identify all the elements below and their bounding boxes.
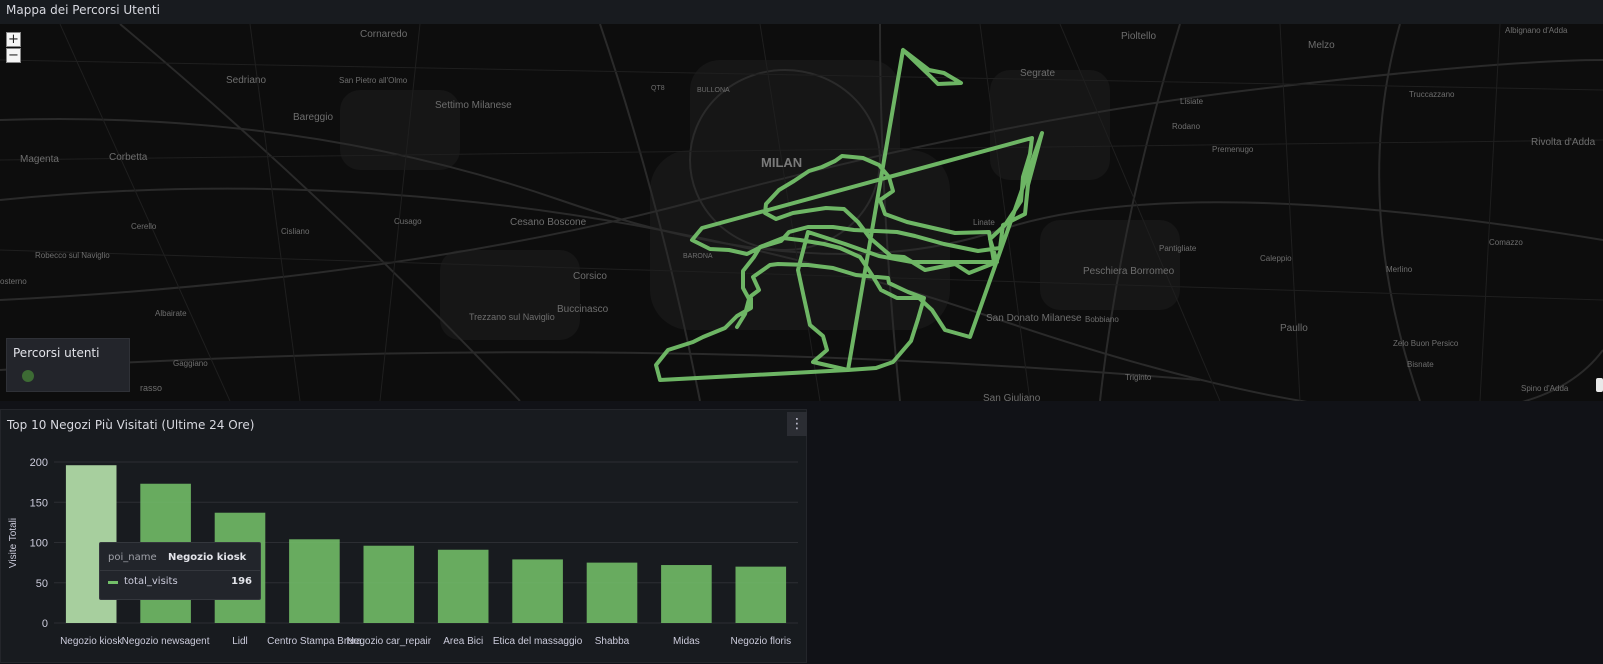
- place-label: QT8: [651, 85, 665, 92]
- tooltip-divider: [100, 570, 260, 571]
- tooltip-key-value: Negozio kiosk: [168, 552, 247, 563]
- place-label: Magenta: [20, 154, 59, 165]
- y-tick-label: 0: [42, 618, 48, 630]
- place-label: Trezzano sul Naviglio: [469, 312, 555, 322]
- place-label: Bareggio: [293, 112, 333, 123]
- chart-panel-title: Top 10 Negozi Più Visitati (Ultime 24 Or…: [7, 418, 255, 432]
- place-label: Lisiate: [1180, 97, 1204, 106]
- place-label: Cerello: [131, 222, 157, 231]
- place-label: Bisnate: [1407, 360, 1434, 369]
- place-label: Pantigliate: [1159, 244, 1197, 253]
- place-label: Gaggiano: [173, 359, 208, 368]
- place-label: Linate: [973, 218, 995, 227]
- place-label: Merlino: [1386, 265, 1413, 274]
- zoom-out-button[interactable]: −: [6, 48, 21, 63]
- place-label: rasso: [140, 383, 162, 393]
- x-tick-label: Lidl: [232, 636, 248, 647]
- x-tick-label: Area Bici: [443, 636, 483, 647]
- tooltip-series-label: total_visits: [124, 576, 178, 587]
- y-tick-label: 100: [30, 538, 48, 550]
- place-label: Caleppio: [1260, 254, 1292, 263]
- x-tick-label: Midas: [673, 636, 700, 647]
- place-label: Spino d'Adda: [1521, 384, 1569, 393]
- place-label: Corbetta: [109, 152, 148, 163]
- place-label: Rodano: [1172, 122, 1201, 131]
- place-label: Peschiera Borromeo: [1083, 266, 1175, 277]
- place-label: San Donato Milanese: [986, 313, 1082, 324]
- place-label: osterno: [0, 277, 27, 286]
- tooltip-series-value: 196: [231, 576, 252, 587]
- place-label: San Giuliano: [983, 393, 1041, 401]
- y-tick-label: 150: [30, 497, 48, 509]
- map-legend: Percorsi utenti: [6, 338, 130, 392]
- bar[interactable]: [289, 539, 340, 623]
- place-label: BARONA: [683, 253, 713, 260]
- place-label: Bobbiano: [1085, 315, 1119, 324]
- place-label: Segrate: [1020, 68, 1055, 79]
- place-label: Comazzo: [1489, 238, 1523, 247]
- place-label: MILAN: [761, 155, 802, 170]
- y-tick-label: 50: [36, 578, 48, 590]
- place-label: Buccinasco: [557, 304, 609, 315]
- x-tick-label: Negozio newsagent: [122, 636, 210, 647]
- bar[interactable]: [661, 565, 712, 623]
- legend-title: Percorsi utenti: [13, 346, 100, 360]
- place-label: Sedriano: [226, 75, 266, 86]
- place-label: Premenugo: [1212, 145, 1254, 154]
- map-panel: Mappa dei Percorsi Utenti Cornaredo Piol…: [0, 0, 1603, 401]
- panel-menu-icon[interactable]: ⋮: [787, 412, 807, 436]
- bar[interactable]: [735, 566, 787, 623]
- y-tick-label: 200: [30, 457, 48, 469]
- x-tick-label: Negozio kiosk: [60, 636, 123, 647]
- place-label: Robecco sul Naviglio: [35, 251, 110, 260]
- map-panel-title: Mappa dei Percorsi Utenti: [6, 3, 160, 17]
- place-label: San Pietro all'Olmo: [339, 76, 408, 85]
- tooltip-series-swatch: [108, 581, 118, 584]
- x-tick-label: Negozio car_repair: [347, 636, 432, 647]
- bar[interactable]: [512, 559, 563, 623]
- map-panel-header: Mappa dei Percorsi Utenti: [0, 0, 1603, 25]
- place-label: BULLONA: [697, 87, 730, 94]
- place-label: Cesano Boscone: [510, 217, 587, 228]
- place-label: Cusago: [394, 217, 422, 226]
- place-label: Albignano d'Adda: [1505, 26, 1568, 35]
- tooltip-key-label: poi_name: [108, 552, 157, 563]
- place-label: Rivolta d'Adda: [1531, 137, 1596, 148]
- map-canvas[interactable]: Cornaredo Pioltello Melzo Albignano d'Ad…: [0, 24, 1603, 401]
- bar[interactable]: [586, 562, 638, 623]
- place-label: Melzo: [1308, 40, 1335, 51]
- x-tick-label: Negozio floris: [731, 636, 792, 647]
- place-label: Corsico: [573, 271, 607, 282]
- x-tick-label: Shabba: [595, 636, 630, 647]
- map-resize-handle[interactable]: [1596, 378, 1603, 392]
- place-label: Cornaredo: [360, 29, 408, 40]
- bar[interactable]: [363, 545, 415, 623]
- place-label: Truccazzano: [1409, 90, 1455, 99]
- bar[interactable]: [437, 549, 489, 623]
- y-axis-label: Visite Totali: [8, 518, 19, 568]
- map-basemap[interactable]: Cornaredo Pioltello Melzo Albignano d'Ad…: [0, 24, 1603, 401]
- place-label: Paullo: [1280, 323, 1308, 334]
- legend-swatch: [22, 370, 34, 382]
- place-label: Zelo Buon Persico: [1393, 339, 1459, 348]
- x-tick-label: Etica del massaggio: [493, 636, 583, 647]
- place-label: Pioltello: [1121, 31, 1156, 42]
- place-label: Triginto: [1125, 373, 1152, 382]
- place-label: Cisliano: [281, 227, 310, 236]
- chart-tooltip: poi_name Negozio kiosk total_visits 196: [99, 542, 261, 600]
- place-label: Albairate: [155, 309, 187, 318]
- bar-chart[interactable]: 050100150200Visite TotaliNegozio kiosk Ne…: [1, 410, 808, 664]
- zoom-in-button[interactable]: +: [6, 32, 21, 47]
- place-label: Settimo Milanese: [435, 100, 512, 111]
- chart-panel: 0 50 100 150 200 Visite Totali Negozio kiosk Ne…: [0, 409, 807, 663]
